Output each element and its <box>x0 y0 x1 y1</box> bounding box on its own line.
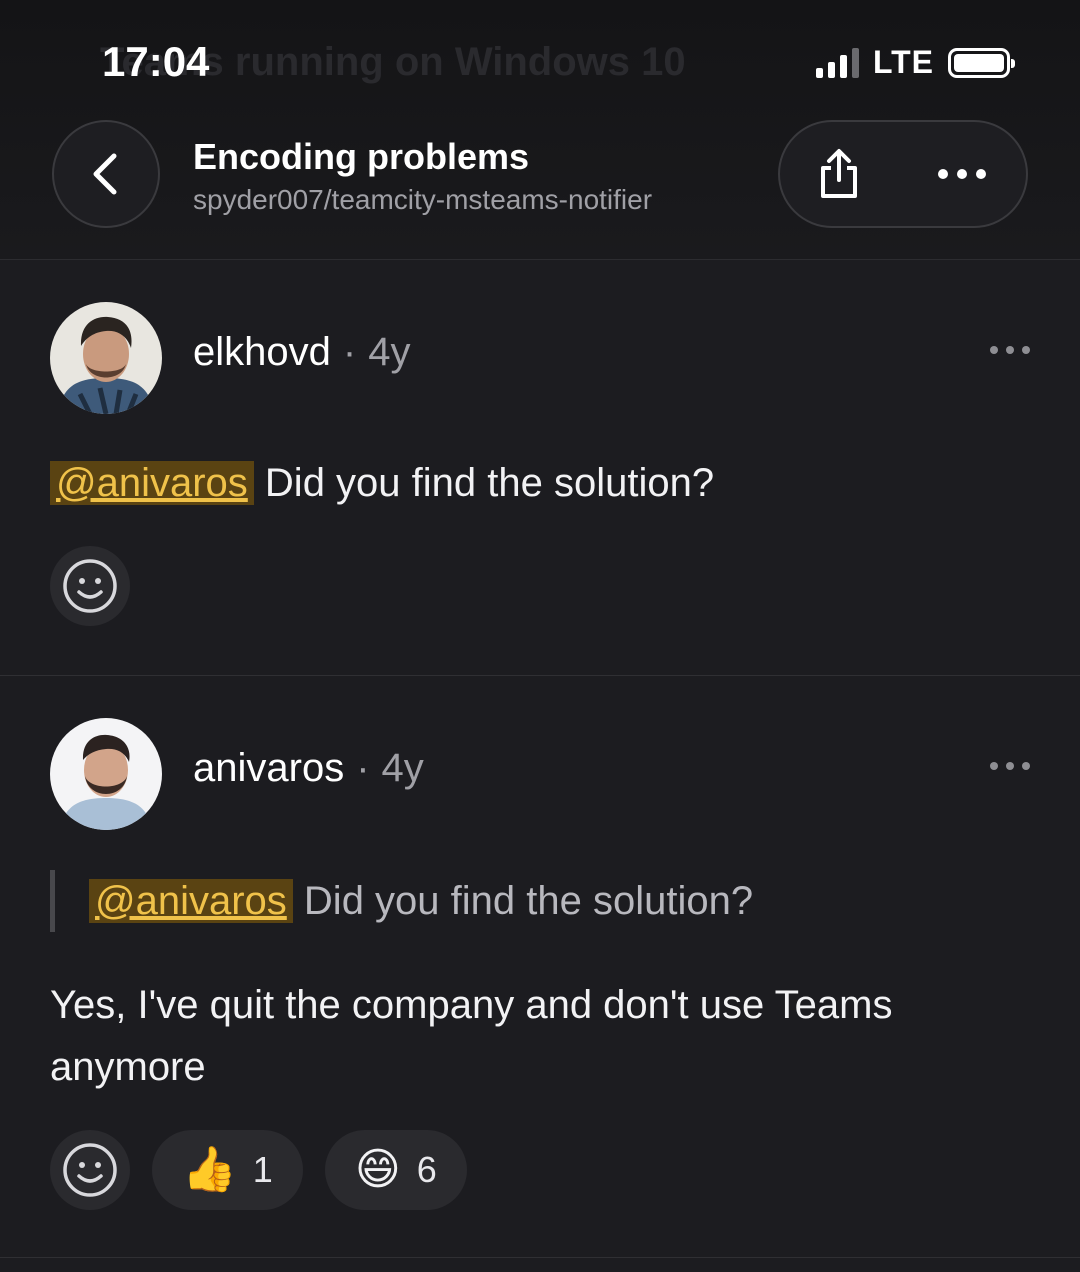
chevron-left-icon <box>93 153 117 195</box>
author-name[interactable]: elkhovd <box>193 330 331 375</box>
share-icon <box>821 149 857 198</box>
status-time: 17:04 <box>102 38 210 85</box>
separator: · <box>356 746 370 790</box>
quoted-text: Did you find the solution? <box>303 879 754 923</box>
header-actions <box>778 120 1028 228</box>
comment: elkhovd · 4y @anivaros Did you find the … <box>0 262 1080 676</box>
status-indicators: LTE <box>815 44 1015 81</box>
reaction-laugh[interactable]: 😄 6 <box>324 1130 467 1210</box>
title-block: Encoding problems spyder007/teamcity-mst… <box>193 136 652 216</box>
reaction-count: 1 <box>252 1149 273 1190</box>
comment: anivaros · 4y @anivaros Did you find the… <box>0 678 1080 1258</box>
more-button[interactable] <box>898 122 1026 226</box>
comment-menu-button[interactable] <box>990 346 1030 354</box>
smiley-icon <box>63 559 117 613</box>
reaction-count: 6 <box>416 1149 437 1190</box>
reactions-bar <box>50 546 130 626</box>
page-title: Encoding problems <box>193 136 530 177</box>
comment-text-line: Yes, I've quit the company and don't use… <box>50 983 893 1027</box>
share-button[interactable] <box>780 122 898 226</box>
reaction-thumbs-up[interactable]: 👍 1 <box>152 1130 303 1210</box>
laugh-icon: 😄 <box>354 1145 401 1194</box>
author-line: elkhovd · 4y <box>193 330 410 375</box>
repo-subtitle[interactable]: spyder007/teamcity-msteams-notifier <box>193 184 652 216</box>
comment-body: @anivaros Did you find the solution? <box>50 452 714 514</box>
separator: · <box>342 330 357 374</box>
more-icon <box>990 762 998 770</box>
thumbs-up-icon: 👍 <box>182 1145 237 1194</box>
back-button[interactable] <box>52 120 160 228</box>
comment-body: Yes, I've quit the company and don't use… <box>50 974 892 1098</box>
signal-icon <box>815 47 859 78</box>
more-icon <box>938 169 948 179</box>
avatar[interactable] <box>50 302 162 414</box>
comment-text: Did you find the solution? <box>264 461 715 505</box>
author-line: anivaros · 4y <box>193 746 424 791</box>
mention-link[interactable]: @anivaros <box>50 461 254 505</box>
mention-link[interactable]: @anivaros <box>89 879 293 923</box>
add-reaction-button[interactable] <box>50 1130 130 1210</box>
quoted-reply: @anivaros Did you find the solution? <box>50 870 753 932</box>
avatar-image <box>50 718 162 830</box>
header: Teams running on Windows 10 17:04 LTE En… <box>0 0 1080 260</box>
comment-age: 4y <box>381 746 424 790</box>
battery-icon <box>948 47 1015 78</box>
reactions-bar: 👍 1 😄 6 <box>50 1130 467 1210</box>
avatar-image <box>50 302 162 414</box>
comment-menu-button[interactable] <box>990 762 1030 770</box>
more-icon <box>990 346 998 354</box>
author-name[interactable]: anivaros <box>193 746 344 791</box>
comment-age: 4y <box>368 330 411 374</box>
avatar[interactable] <box>50 718 162 830</box>
smiley-icon <box>63 1143 117 1197</box>
screen: Teams running on Windows 10 17:04 LTE En… <box>0 0 1080 1272</box>
add-reaction-button[interactable] <box>50 546 130 626</box>
comment-text-line: anymore <box>50 1045 206 1089</box>
network-label: LTE <box>872 44 934 80</box>
